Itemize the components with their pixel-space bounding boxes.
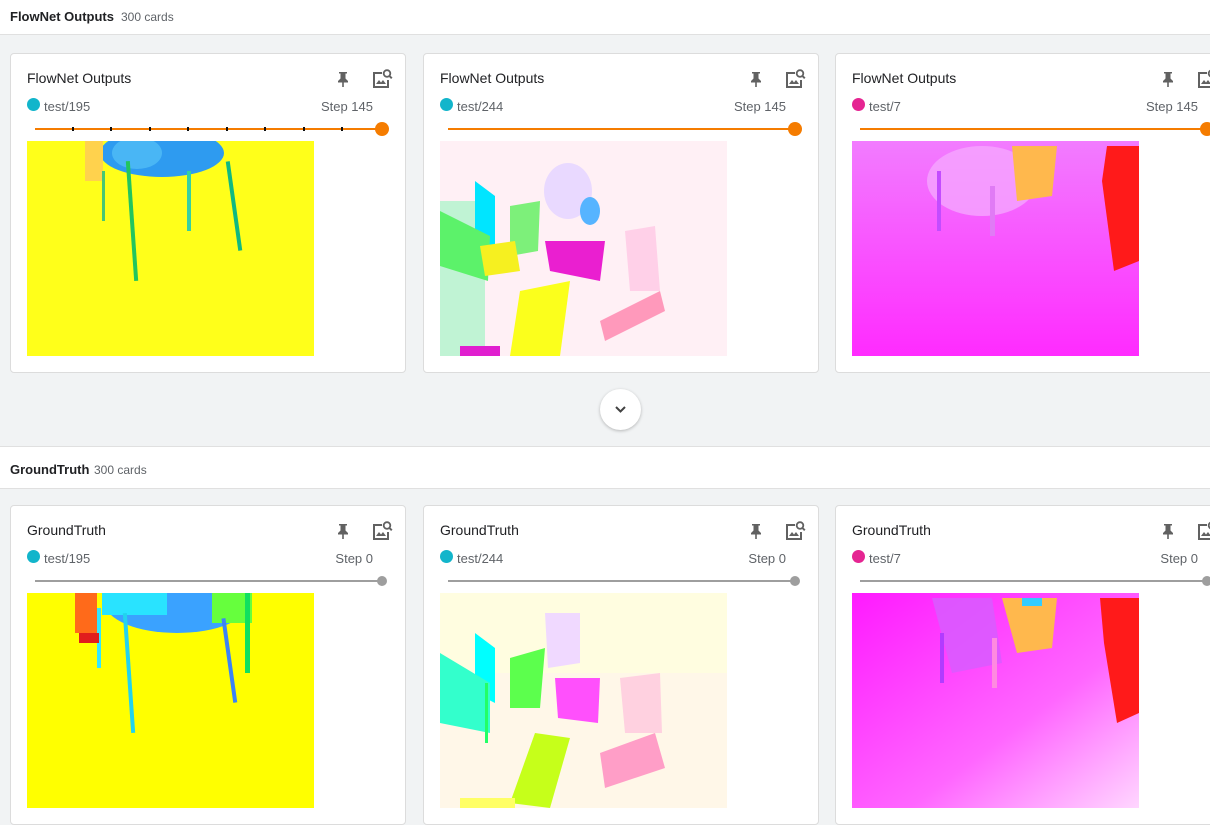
run-color-dot — [440, 550, 453, 563]
run-color-dot — [852, 550, 865, 563]
section-title: GroundTruth — [10, 462, 90, 477]
slider-thumb[interactable] — [790, 576, 800, 586]
image-card-flownet-7: FlowNet Outputs test/7 Step 145 — [835, 53, 1210, 373]
slider-thumb[interactable] — [1202, 576, 1210, 586]
run-label: test/7 — [869, 99, 901, 114]
section-header-groundtruth: GroundTruth 300 cards — [0, 446, 1210, 489]
run-label: test/7 — [869, 551, 901, 566]
section-card-count: 300 cards — [94, 463, 147, 477]
flow-image[interactable] — [440, 141, 727, 356]
image-card-groundtruth-244: GroundTruth test/244 Step 0 — [423, 505, 819, 825]
step-label: Step 0 — [748, 551, 786, 566]
flow-image[interactable] — [440, 593, 727, 808]
step-label: Step 0 — [1160, 551, 1198, 566]
step-label: Step 145 — [1145, 99, 1198, 114]
card-title: FlowNet Outputs — [852, 70, 957, 86]
pin-icon[interactable] — [746, 521, 766, 541]
slider-thumb[interactable] — [1200, 122, 1210, 136]
slider-thumb[interactable] — [377, 576, 387, 586]
pin-icon[interactable] — [333, 521, 353, 541]
image-search-icon[interactable] — [783, 67, 807, 91]
run-label: test/244 — [457, 99, 504, 114]
step-label: Step 0 — [335, 551, 373, 566]
pin-icon[interactable] — [333, 69, 353, 89]
flow-image[interactable] — [27, 593, 314, 808]
pin-icon[interactable] — [1158, 69, 1178, 89]
card-title: GroundTruth — [440, 522, 519, 538]
image-card-flownet-244: FlowNet Outputs test/244 Step 145 — [423, 53, 819, 373]
image-card-flownet-195: FlowNet Outputs test/195 Step 145 — [10, 53, 406, 373]
section-card-count: 300 cards — [121, 10, 174, 24]
image-search-icon[interactable] — [370, 519, 394, 543]
step-slider[interactable] — [35, 122, 389, 136]
image-search-icon[interactable] — [370, 67, 394, 91]
run-color-dot — [27, 98, 40, 111]
chevron-down-icon — [615, 406, 626, 413]
card-title: FlowNet Outputs — [27, 70, 132, 86]
image-search-icon[interactable] — [783, 519, 807, 543]
image-card-groundtruth-195: GroundTruth test/195 Step 0 — [10, 505, 406, 825]
step-slider[interactable] — [448, 122, 802, 136]
expand-more-button[interactable] — [600, 389, 641, 430]
flow-image[interactable] — [852, 593, 1139, 808]
slider-thumb[interactable] — [788, 122, 802, 136]
step-label: Step 145 — [320, 99, 373, 114]
slider-thumb[interactable] — [375, 122, 389, 136]
step-label: Step 145 — [733, 99, 786, 114]
image-search-icon[interactable] — [1195, 519, 1210, 543]
section-header-flownet: FlowNet Outputs 300 cards — [0, 0, 1210, 35]
run-color-dot — [852, 98, 865, 111]
step-slider[interactable] — [35, 576, 387, 586]
card-title: FlowNet Outputs — [440, 70, 545, 86]
section-title: FlowNet Outputs — [10, 9, 114, 24]
flow-image[interactable] — [27, 141, 314, 356]
run-label: test/195 — [44, 99, 91, 114]
run-label: test/195 — [44, 551, 91, 566]
pin-icon[interactable] — [746, 69, 766, 89]
step-slider[interactable] — [860, 576, 1210, 586]
step-slider[interactable] — [448, 576, 800, 586]
run-color-dot — [440, 98, 453, 111]
run-label: test/244 — [457, 551, 504, 566]
flow-image[interactable] — [852, 141, 1139, 356]
card-title: GroundTruth — [27, 522, 106, 538]
image-card-groundtruth-7: GroundTruth test/7 Step 0 — [835, 505, 1210, 825]
run-color-dot — [27, 550, 40, 563]
step-slider[interactable] — [860, 122, 1210, 136]
card-title: GroundTruth — [852, 522, 931, 538]
image-search-icon[interactable] — [1195, 67, 1210, 91]
pin-icon[interactable] — [1158, 521, 1178, 541]
